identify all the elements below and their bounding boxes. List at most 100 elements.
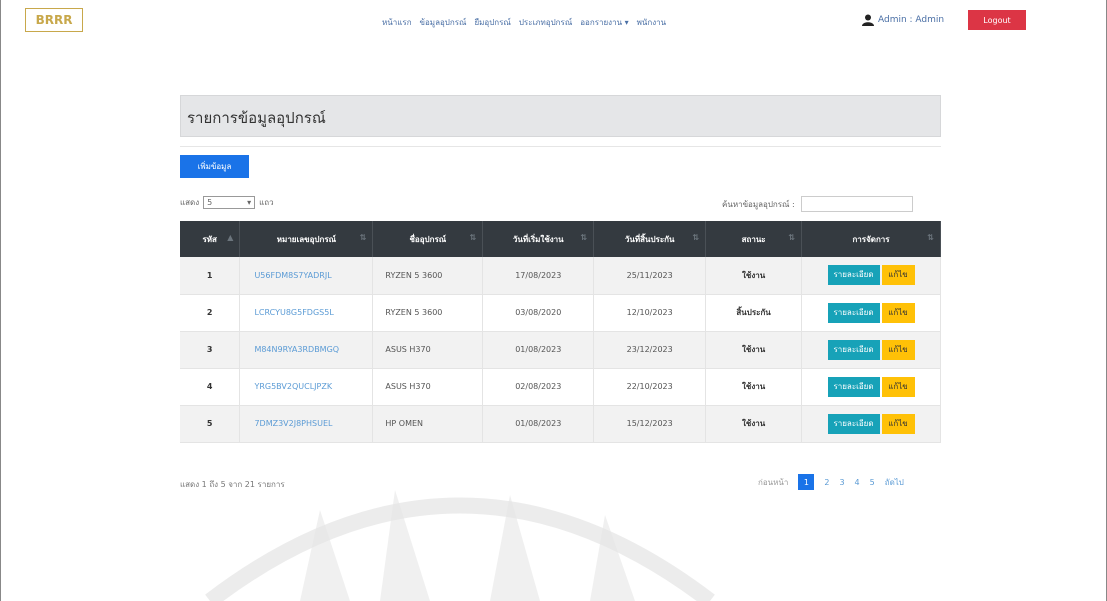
length-suffix: แถว (259, 198, 274, 207)
nav-link-category[interactable]: ประเภทอุปกรณ์ (519, 16, 572, 29)
column-header-id[interactable]: รหัส ▲ (180, 221, 241, 257)
cell-id: 2 (180, 294, 241, 332)
table-row: 5 7DMZ3V2J8PHSUEL HP OMEN 01/08/2023 15/… (180, 405, 941, 443)
cell-name: HP OMEN (372, 405, 484, 443)
pagination-page-3[interactable]: 3 (839, 478, 844, 487)
pagination-page-5[interactable]: 5 (870, 478, 875, 487)
user-menu[interactable]: Admin : Admin (862, 14, 944, 26)
cell-warranty-date: 23/12/2023 (593, 331, 707, 369)
equipment-table: รหัส ▲ หมายเลขอุปกรณ์ ⇅ ชื่ออุปกรณ์ ⇅ วันที… (180, 221, 941, 443)
cell-warranty-date: 12/10/2023 (593, 294, 707, 332)
page-length-control: แสดง 5 ▾ แถว (180, 196, 274, 209)
cell-start-date: 03/08/2020 (482, 294, 595, 332)
page-length-select[interactable]: 5 ▾ (203, 196, 256, 209)
cell-id: 5 (180, 405, 241, 443)
add-equipment-button[interactable]: เพิ่มข้อมูล (180, 155, 249, 178)
cell-warranty-date: 22/10/2023 (593, 368, 707, 406)
cell-serial[interactable]: M84N9RYA3RDBMGQ (239, 331, 374, 369)
cell-serial[interactable]: 7DMZ3V2J8PHSUEL (239, 405, 374, 443)
sort-icon: ⇅ (788, 233, 796, 242)
nav-link-home[interactable]: หน้าแรก (382, 16, 412, 29)
cell-serial[interactable]: LCRCYU8G5FDGS5L (239, 294, 374, 332)
cell-status: ใช้งาน (705, 257, 803, 295)
search-input[interactable] (800, 196, 913, 212)
logout-button[interactable]: Logout (968, 10, 1026, 30)
column-header-actions[interactable]: การจัดการ ⇅ (801, 221, 941, 257)
pagination-page-2[interactable]: 2 (824, 478, 829, 487)
pagination-next[interactable]: ถัดไป (885, 476, 904, 489)
search-label: ค้นหาข้อมูลอุปกรณ์ : (722, 199, 795, 209)
column-header-status[interactable]: สถานะ ⇅ (705, 221, 803, 257)
page-border-left (0, 0, 1, 601)
cell-actions: รายละเอียด แก้ไข (801, 294, 941, 332)
column-header-warranty-date[interactable]: วันที่สิ้นประกัน ⇅ (593, 221, 707, 257)
detail-button[interactable]: รายละเอียด (827, 376, 880, 397)
detail-button[interactable]: รายละเอียด (827, 413, 880, 434)
svg-text:BRRR: BRRR (36, 13, 73, 27)
length-prefix: แสดง (180, 198, 200, 207)
edit-button[interactable]: แก้ไข (881, 302, 915, 323)
detail-button[interactable]: รายละเอียด (827, 302, 880, 323)
table-row: 1 U56FDM8S7YADRJL RYZEN 5 3600 17/08/202… (180, 257, 941, 295)
cell-status: ใช้งาน (705, 331, 803, 369)
cell-actions: รายละเอียด แก้ไข (801, 331, 941, 369)
nav-link-report[interactable]: ออกรายงาน ▾ (580, 16, 628, 29)
cell-name: RYZEN 5 3600 (372, 294, 484, 332)
cell-start-date: 01/08/2023 (482, 405, 595, 443)
detail-button[interactable]: รายละเอียด (827, 339, 880, 360)
pagination: ก่อนหน้า 1 2 3 4 5 ถัดไป (758, 474, 904, 490)
cell-serial[interactable]: YRG5BV2QUCLJPZK (239, 368, 374, 406)
cell-actions: รายละเอียด แก้ไข (801, 257, 941, 295)
pagination-prev[interactable]: ก่อนหน้า (758, 476, 788, 489)
cell-actions: รายละเอียด แก้ไข (801, 405, 941, 443)
divider (180, 146, 941, 147)
cell-name: ASUS H370 (372, 331, 484, 369)
sort-icon: ⇅ (580, 233, 588, 242)
cell-status: ใช้งาน (705, 405, 803, 443)
page-title: รายการข้อมูลอุปกรณ์ (187, 109, 326, 127)
sort-asc-icon: ▲ (227, 233, 234, 242)
cell-start-date: 17/08/2023 (482, 257, 595, 295)
edit-button[interactable]: แก้ไข (881, 265, 915, 286)
nav-link-borrow[interactable]: ยืมอุปกรณ์ (474, 16, 510, 29)
cell-actions: รายละเอียด แก้ไข (801, 368, 941, 406)
cell-status: สิ้นประกัน (705, 294, 803, 332)
column-header-start-date[interactable]: วันที่เริ่มใช้งาน ⇅ (482, 221, 595, 257)
edit-button[interactable]: แก้ไข (881, 413, 915, 434)
page-length-value: 5 (207, 198, 213, 207)
nav-link-staff[interactable]: พนักงาน (637, 16, 666, 29)
navbar: BRRR หน้าแรก ข้อมูลอุปกรณ์ ยืมอุปกรณ์ ปร… (0, 0, 1107, 44)
brand-logo[interactable]: BRRR (25, 8, 83, 32)
table-info: แสดง 1 ถึง 5 จาก 21 รายการ (180, 480, 285, 489)
detail-button[interactable]: รายละเอียด (827, 265, 880, 286)
cell-id: 4 (180, 368, 241, 406)
cell-warranty-date: 25/11/2023 (593, 257, 707, 295)
table-row: 3 M84N9RYA3RDBMGQ ASUS H370 01/08/2023 2… (180, 331, 941, 369)
pagination-page-4[interactable]: 4 (855, 478, 860, 487)
cell-start-date: 02/08/2023 (482, 368, 595, 406)
nav-link-equipment[interactable]: ข้อมูลอุปกรณ์ (420, 16, 467, 29)
cell-status: ใช้งาน (705, 368, 803, 406)
sort-icon: ⇅ (359, 233, 367, 242)
edit-button[interactable]: แก้ไข (881, 339, 915, 360)
cell-warranty-date: 15/12/2023 (593, 405, 707, 443)
table-row: 4 YRG5BV2QUCLJPZK ASUS H370 02/08/2023 2… (180, 368, 941, 406)
column-header-serial[interactable]: หมายเลขอุปกรณ์ ⇅ (239, 221, 374, 257)
search-control: ค้นหาข้อมูลอุปกรณ์ : (722, 196, 913, 212)
sort-icon: ⇅ (692, 233, 700, 242)
cell-id: 3 (180, 331, 241, 369)
user-icon (862, 14, 874, 26)
nav-menu: หน้าแรก ข้อมูลอุปกรณ์ ยืมอุปกรณ์ ประเภทอ… (382, 16, 666, 29)
column-header-name[interactable]: ชื่ออุปกรณ์ ⇅ (372, 221, 484, 257)
user-name: Admin : Admin (878, 15, 945, 25)
chevron-down-icon: ▾ (247, 198, 252, 207)
cell-start-date: 01/08/2023 (482, 331, 595, 369)
page-header: รายการข้อมูลอุปกรณ์ (180, 95, 941, 137)
edit-button[interactable]: แก้ไข (881, 376, 915, 397)
sort-icon: ⇅ (469, 233, 477, 242)
cell-name: RYZEN 5 3600 (372, 257, 484, 295)
pagination-page-1[interactable]: 1 (798, 474, 815, 490)
cell-name: ASUS H370 (372, 368, 484, 406)
table-header-row: รหัส ▲ หมายเลขอุปกรณ์ ⇅ ชื่ออุปกรณ์ ⇅ วันที… (180, 221, 941, 257)
cell-serial[interactable]: U56FDM8S7YADRJL (239, 257, 374, 295)
